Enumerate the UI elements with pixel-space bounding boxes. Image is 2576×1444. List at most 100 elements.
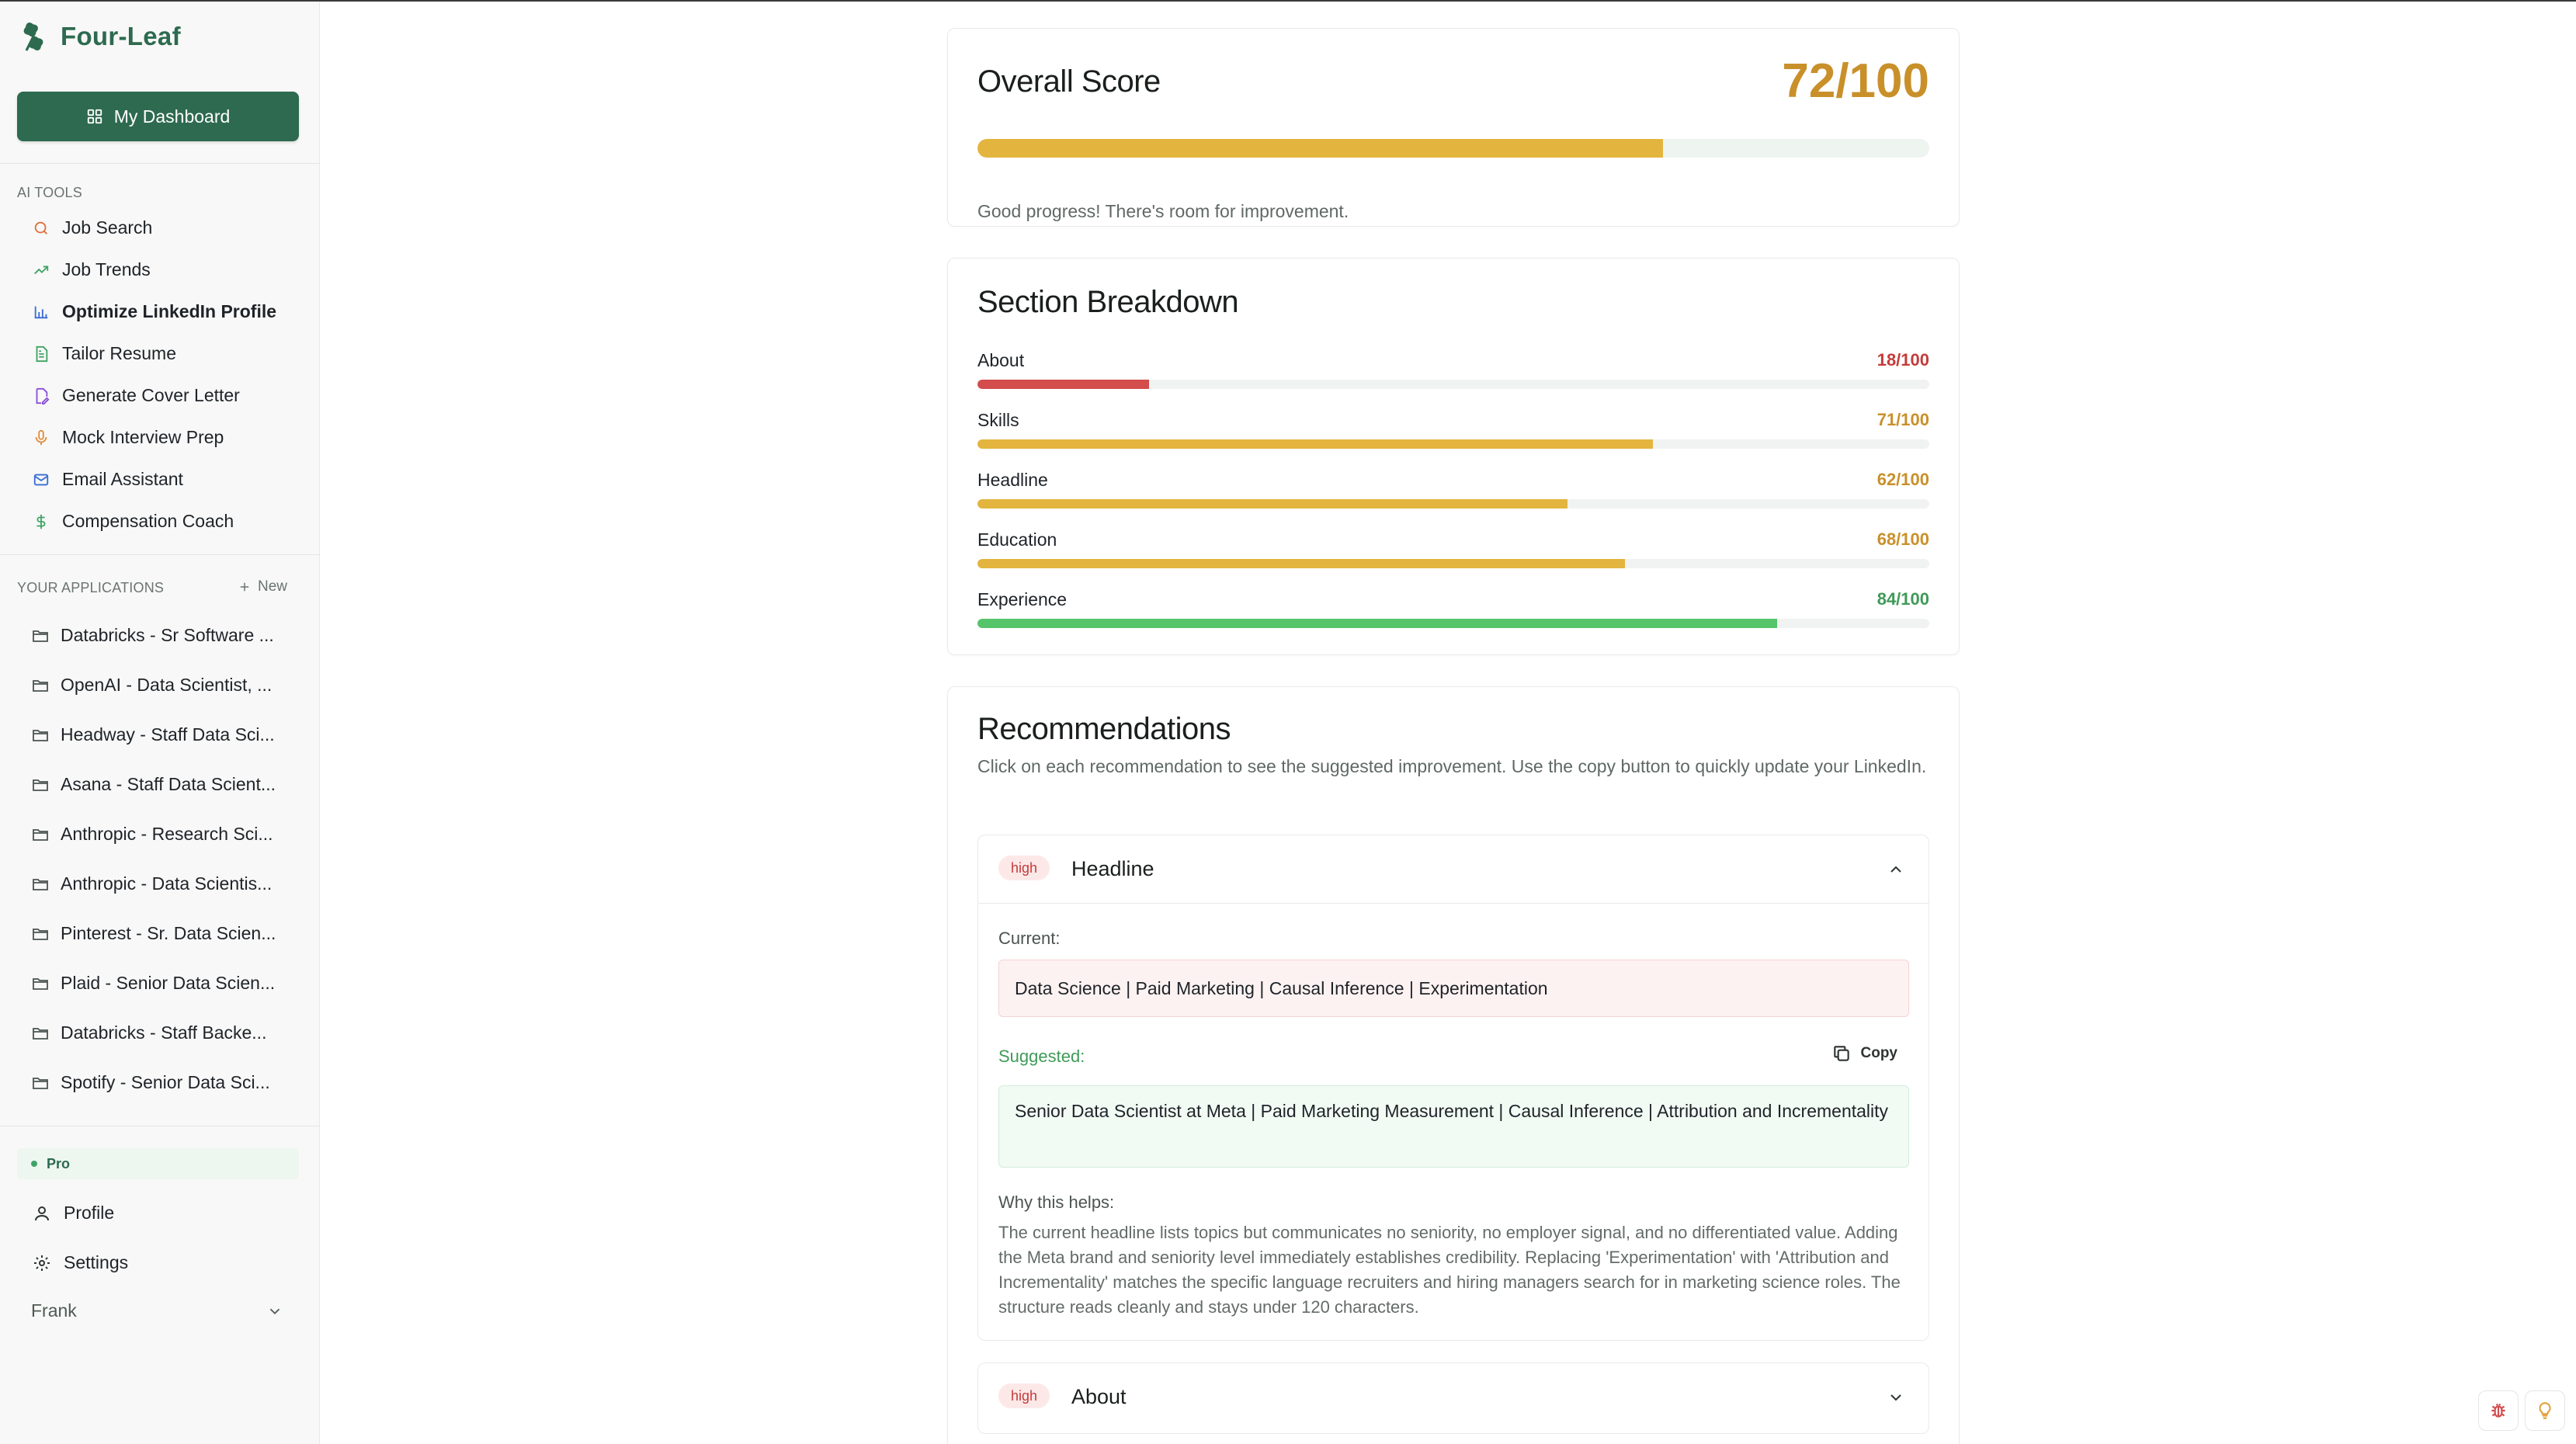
feedback-idea-button[interactable]: [2525, 1390, 2565, 1431]
recommendation-headline: high Headline Current: Data Science | Pa…: [977, 835, 1929, 1341]
chevron-up-icon[interactable]: [1887, 860, 1905, 879]
copy-button[interactable]: Copy: [1831, 1043, 1897, 1064]
suggested-value-box: Senior Data Scientist at Meta | Paid Mar…: [998, 1085, 1909, 1168]
application-item[interactable]: Plaid - Senior Data Scien...: [31, 973, 295, 994]
document-icon: [36, 345, 48, 362]
folder-icon: [33, 928, 48, 940]
overall-score-message: Good progress! There's room for improvem…: [977, 201, 1349, 221]
folder-icon: [33, 878, 48, 890]
folder-icon: [33, 828, 48, 841]
breakdown-label: Skills: [977, 410, 1019, 430]
recommendation-header[interactable]: high About: [978, 1363, 1929, 1432]
application-item[interactable]: Anthropic - Research Sci...: [31, 824, 295, 845]
sidebar: Four-Leaf My Dashboard AI TOOLS Job Sear…: [0, 2, 320, 1444]
application-label: Pinterest - Sr. Data Scien...: [61, 923, 276, 943]
sidebar-item-label: Tailor Resume: [62, 343, 176, 363]
sidebar-item-mock-interview[interactable]: Mock Interview Prep: [33, 427, 224, 448]
ai-tools-heading: AI TOOLS: [17, 185, 82, 200]
sidebar-item-job-search[interactable]: Job Search: [33, 217, 152, 238]
new-application-button[interactable]: New: [238, 578, 287, 595]
application-item[interactable]: Pinterest - Sr. Data Scien...: [31, 923, 295, 944]
overall-score-value: 72/100: [1782, 54, 1929, 108]
application-label: Anthropic - Research Sci...: [61, 824, 273, 844]
file-pen-icon: [36, 387, 50, 404]
application-item[interactable]: Anthropic - Data Scientis...: [31, 873, 295, 894]
application-label: Headway - Staff Data Sci...: [61, 724, 275, 745]
sidebar-item-label: Job Search: [62, 217, 153, 238]
breakdown-score: 71/100: [1876, 410, 1929, 429]
application-label: Databricks - Sr Software ...: [61, 625, 274, 645]
bug-icon: [2491, 1403, 2505, 1418]
why-this-helps-label: Why this helps:: [998, 1192, 1115, 1212]
suggested-label: Suggested:: [998, 1047, 1085, 1066]
plus-icon: [240, 582, 249, 592]
application-label: OpenAI - Data Scientist, ...: [61, 675, 273, 695]
breakdown-bar-fill: [977, 380, 1149, 389]
copy-icon: [1833, 1046, 1849, 1061]
application-label: Asana - Staff Data Scient...: [61, 774, 276, 794]
breakdown-bar-fill: [977, 619, 1777, 628]
chevron-down-icon: [269, 1308, 280, 1314]
plan-badge: Pro: [17, 1148, 299, 1179]
sidebar-item-job-trends[interactable]: Job Trends: [33, 259, 151, 280]
settings-label: Settings: [64, 1252, 129, 1272]
application-item[interactable]: Asana - Staff Data Scient...: [31, 774, 295, 795]
chevron-down-icon[interactable]: [1887, 1388, 1905, 1407]
breakdown-bar: [977, 499, 1929, 509]
sidebar-item-compensation-coach[interactable]: Compensation Coach: [33, 511, 234, 532]
plan-label: Pro: [47, 1155, 71, 1172]
folder-icon: [33, 779, 48, 791]
folder-icon: [33, 630, 48, 642]
profile-label: Profile: [64, 1203, 115, 1223]
my-dashboard-label: My Dashboard: [113, 106, 231, 127]
lightbulb-icon: [2539, 1402, 2551, 1419]
application-item[interactable]: Databricks - Staff Backe...: [31, 1022, 295, 1043]
my-dashboard-button[interactable]: My Dashboard: [17, 92, 299, 141]
section-breakdown-title: Section Breakdown: [977, 285, 1239, 319]
folder-icon: [33, 977, 48, 990]
why-this-helps-text: The current headline lists topics but co…: [998, 1223, 1901, 1317]
recommendations-description: Click on each recommendation to see the …: [977, 756, 1927, 776]
user-menu[interactable]: Frank: [31, 1300, 283, 1321]
breakdown-bar: [977, 559, 1929, 568]
priority-badge: high: [998, 1383, 1050, 1408]
breakdown-score: 62/100: [1876, 470, 1929, 489]
bar-chart-icon: [34, 306, 48, 318]
recommendation-about[interactable]: high About: [977, 1362, 1929, 1434]
application-item[interactable]: Headway - Staff Data Sci...: [31, 724, 295, 745]
breakdown-bar-fill: [977, 439, 1654, 449]
microphone-icon: [35, 429, 47, 445]
divider: [0, 163, 320, 164]
breakdown-row-about: About 18/100: [977, 350, 1929, 392]
breakdown-bar-fill: [977, 559, 1625, 568]
application-label: Plaid - Senior Data Scien...: [61, 973, 276, 993]
recommendation-name: About: [1071, 1385, 1127, 1408]
breakdown-label: About: [977, 350, 1025, 370]
sidebar-item-profile[interactable]: Profile: [33, 1203, 114, 1224]
app-logo[interactable]: Four-Leaf: [17, 20, 181, 53]
recommendations-title: Recommendations: [977, 712, 1231, 746]
breakdown-bar: [977, 380, 1929, 389]
overall-score-bar: [977, 139, 1929, 158]
breakdown-row-experience: Experience 84/100: [977, 589, 1929, 631]
application-item[interactable]: Spotify - Senior Data Sci...: [31, 1072, 295, 1093]
sidebar-item-email-assistant[interactable]: Email Assistant: [33, 469, 183, 490]
breakdown-score: 18/100: [1876, 350, 1929, 370]
sidebar-item-optimize-linkedin[interactable]: Optimize LinkedIn Profile: [33, 301, 276, 322]
breakdown-bar: [977, 439, 1929, 449]
recommendation-header[interactable]: high Headline: [978, 835, 1929, 904]
status-dot: [31, 1161, 37, 1167]
divider: [0, 554, 320, 555]
application-item[interactable]: Databricks - Sr Software ...: [31, 625, 295, 646]
sidebar-item-cover-letter[interactable]: Generate Cover Letter: [33, 385, 240, 406]
grid-icon: [87, 109, 102, 124]
sidebar-item-label: Mock Interview Prep: [62, 427, 224, 447]
breakdown-bar: [977, 619, 1929, 628]
application-item[interactable]: OpenAI - Data Scientist, ...: [31, 675, 295, 696]
breakdown-score: 84/100: [1876, 589, 1929, 609]
gear-icon: [34, 1255, 50, 1271]
user-icon: [35, 1206, 49, 1220]
sidebar-item-settings[interactable]: Settings: [33, 1252, 128, 1273]
bug-report-button[interactable]: [2478, 1390, 2519, 1431]
sidebar-item-tailor-resume[interactable]: Tailor Resume: [33, 343, 176, 364]
